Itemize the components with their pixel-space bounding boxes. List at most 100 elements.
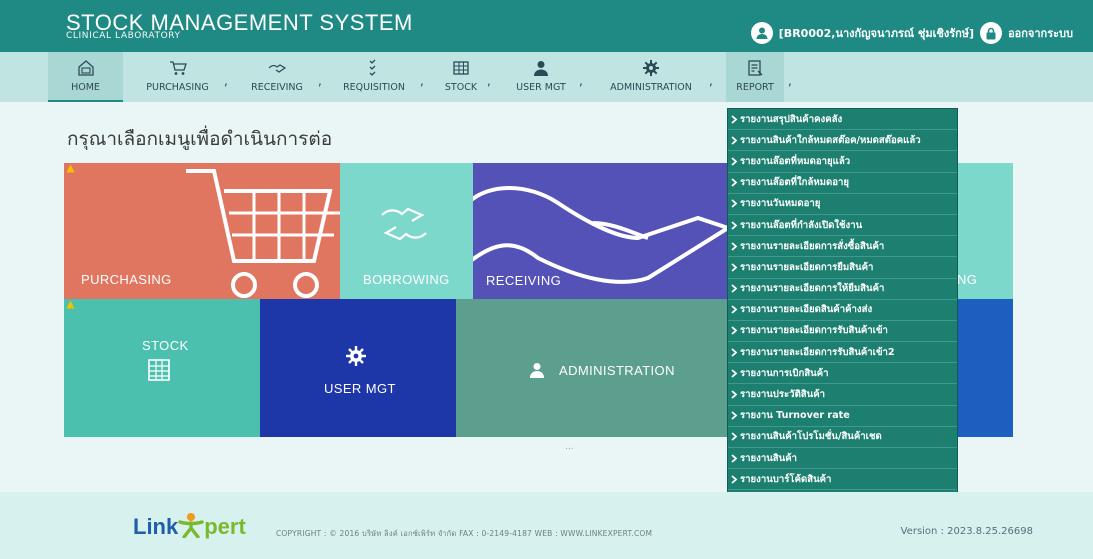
table-icon <box>148 359 170 381</box>
user-area: [BR0002,นางกัญจนาภรณ์ ชุ่มเชิงรักษ์] ออก… <box>750 22 1073 44</box>
chevron-right-icon <box>731 242 738 251</box>
nav-purchasing[interactable]: PURCHASING <box>135 52 220 102</box>
nav-label: REQUISITION <box>343 82 405 93</box>
page-heading: กรุณาเลือกเมนูเพื่อดำเนินการต่อ <box>67 128 333 150</box>
report-menu-item[interactable]: รายงานล๊อตที่หมดอายุแล้ว <box>728 151 957 173</box>
app-subtitle: CLINICAL LABORATORY <box>66 31 181 41</box>
chevron-right-icon <box>731 199 738 209</box>
user-name: [BR0002,นางกัญจนาภรณ์ ชุ่มเชิงรักษ์] <box>778 27 975 40</box>
report-icon <box>748 60 763 76</box>
report-menu-item[interactable]: รายงานสรุปสินค้าคงคลัง <box>728 109 957 131</box>
gear-icon <box>643 60 659 76</box>
report-menu-item[interactable]: รายงานสินค้าใกล้หมดสต๊อค/หมดสต๊อคแล้ว <box>728 130 957 152</box>
report-menu-item[interactable]: รายงานสินค้าโปรโมชั่น/สินค้าเชด <box>728 427 957 448</box>
report-menu-item[interactable]: รายงานรายละเอียดการสั่งซื้อสินค้า <box>728 236 957 258</box>
chevron-right-icon <box>731 453 738 463</box>
tile-label: NG <box>957 272 978 287</box>
report-menu-item[interactable]: รายงานล๊อตที่กำลังเปิดใช้งาน <box>728 215 957 237</box>
nav-home[interactable]: HOME <box>48 52 123 102</box>
table-icon <box>453 61 469 75</box>
report-menu-item-label: รายงานรายละเอียดการรับสินค้าเข้า2 <box>740 346 895 358</box>
chevron-right-icon <box>731 475 738 484</box>
nav-administration[interactable]: ADMINISTRATION <box>597 52 705 102</box>
report-menu-item[interactable]: รายงานการเบิกสินค้า <box>728 363 957 385</box>
logout-link[interactable]: ออกจากระบบ <box>1008 24 1073 42</box>
report-menu-item[interactable]: รายงานรายละเอียดการรับสินค้าเข้า <box>728 321 957 343</box>
chevron-right-icon <box>731 432 738 442</box>
report-menu-item-label: รายงานรายละเอียดการรับสินค้าเข้า <box>740 325 888 337</box>
report-menu-item[interactable]: รายงานล๊อตที่ใกล้หมดอายุ <box>728 173 957 194</box>
nav-separator: , <box>224 74 228 88</box>
chevron-right-icon <box>731 411 738 420</box>
nav-receiving[interactable]: RECEIVING <box>240 52 314 102</box>
tile-purchasing[interactable]: PURCHASING <box>64 163 340 299</box>
report-menu-item[interactable]: รายงานรายละเอียดการรับสินค้าเข้า2 <box>728 342 957 364</box>
chevron-right-icon <box>731 114 738 124</box>
chevron-right-icon <box>731 326 738 336</box>
nav-separator: , <box>709 74 713 88</box>
user-icon <box>750 22 773 44</box>
tile-stock[interactable]: STOCK <box>64 299 260 437</box>
nav-separator: , <box>579 74 583 88</box>
version-text: Version : 2023.8.25.26698 <box>900 526 1033 537</box>
report-menu-item-label: รายงานล๊อตที่ใกล้หมดอายุ <box>740 177 850 189</box>
tile-administration[interactable]: ADMINISTRATION <box>456 299 728 437</box>
chevron-right-icon <box>731 390 738 399</box>
chevron-right-icon <box>731 136 738 145</box>
tile-label: USER MGT <box>324 381 396 396</box>
nav-user-mgt[interactable]: USER MGT <box>505 52 577 102</box>
nav-stock[interactable]: STOCK <box>437 52 485 102</box>
chevron-right-icon <box>731 284 738 293</box>
report-menu-item[interactable]: รายงานรายละเอียดสินค้าค้างส่ง <box>728 300 957 321</box>
logo-text-pert: pert <box>204 514 246 539</box>
handshake-icon <box>268 64 286 73</box>
report-menu-item-label: รายงาน Turnover rate <box>740 410 850 422</box>
report-menu-item[interactable]: รายงานสินค้า <box>728 448 957 470</box>
nav-label: RECEIVING <box>251 82 303 93</box>
nav-report[interactable]: REPORT <box>726 52 784 102</box>
tile-receiving[interactable]: RECEIVING <box>473 163 728 299</box>
main-nav: HOME PURCHASING , RECEIVING , REQUISITIO… <box>0 52 1093 102</box>
report-menu-item[interactable]: รายงานรายละเอียดการยืมสินค้า <box>728 257 957 279</box>
report-menu-item[interactable]: รายงานรายละเอียดการให้ยืมสินค้า <box>728 279 957 300</box>
chevron-right-icon <box>731 347 738 357</box>
tile-label: STOCK <box>142 338 189 353</box>
nav-requisition[interactable]: REQUISITION <box>333 52 415 102</box>
logo-figure-icon <box>178 513 204 539</box>
warning-icon <box>66 164 75 173</box>
report-menu-item[interactable]: รายงานวันหมดอายุ <box>728 194 957 215</box>
report-menu-item[interactable]: รายงาน Turnover rate <box>728 406 957 427</box>
gear-icon <box>346 346 366 366</box>
nav-label: REPORT <box>736 82 774 93</box>
report-menu-item-label: รายงานรายละเอียดสินค้าค้างส่ง <box>740 304 873 316</box>
app-header: STOCK MANAGEMENT SYSTEM CLINICAL LABORAT… <box>0 0 1093 52</box>
checklist-icon <box>369 59 376 76</box>
tile-user-mgt[interactable]: USER MGT <box>260 299 456 437</box>
warning-icon <box>66 300 75 309</box>
tile-borrowing[interactable]: BORROWING <box>340 163 473 299</box>
handshake-icon <box>381 207 427 241</box>
nav-label: ADMINISTRATION <box>610 82 692 93</box>
chevron-right-icon <box>731 178 738 187</box>
nav-label: HOME <box>71 82 100 93</box>
lock-icon[interactable] <box>980 22 1003 44</box>
report-menu-item-label: รายงานรายละเอียดการยืมสินค้า <box>740 261 874 273</box>
nav-separator: , <box>420 74 424 88</box>
report-menu-item-label: รายงานรายละเอียดการสั่งซื้อสินค้า <box>740 240 885 252</box>
tile-label: RECEIVING <box>486 273 562 288</box>
logo-text-link: Link <box>133 514 179 539</box>
home-icon <box>77 60 94 76</box>
report-menu-item-label: รายงานสินค้าใกล้หมดสต๊อค/หมดสต๊อคแล้ว <box>740 134 921 146</box>
tile-label: PURCHASING <box>81 272 172 287</box>
nav-separator: , <box>318 74 322 88</box>
chevron-right-icon <box>731 220 738 230</box>
chevron-right-icon <box>731 305 738 314</box>
nav-label: USER MGT <box>516 82 566 93</box>
nav-separator: , <box>487 74 491 88</box>
nav-separator: , <box>788 74 792 88</box>
report-menu-item[interactable]: รายงานประวัติสินค้า <box>728 384 957 406</box>
report-menu-item[interactable]: รายงานบาร์โค้ดสินค้า <box>728 469 957 491</box>
report-menu-item-label: รายงานล๊อตที่กำลังเปิดใช้งาน <box>740 219 863 231</box>
user-icon <box>534 61 548 76</box>
report-menu-item-label: รายงานสินค้า <box>740 452 798 464</box>
